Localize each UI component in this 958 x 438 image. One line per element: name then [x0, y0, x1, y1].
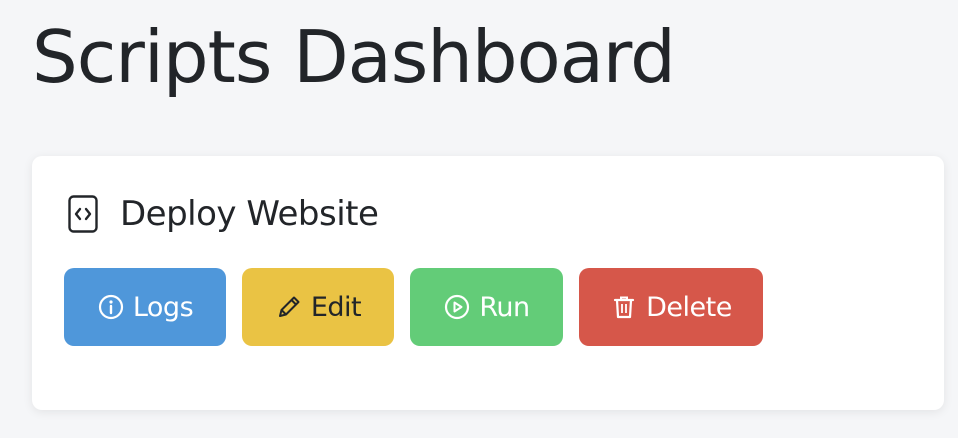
page-title: Scripts Dashboard	[32, 15, 676, 99]
edit-button-label: Edit	[310, 291, 362, 323]
logs-button[interactable]: Logs	[64, 268, 226, 346]
script-card: Deploy Website Logs Edit Run Delete	[32, 156, 944, 410]
run-button[interactable]: Run	[410, 268, 563, 346]
pencil-icon	[275, 293, 303, 321]
script-header: Deploy Website	[68, 194, 379, 234]
delete-button[interactable]: Delete	[579, 268, 763, 346]
info-icon	[97, 293, 125, 321]
logs-button-label: Logs	[132, 291, 194, 323]
file-code-icon	[68, 195, 98, 233]
script-actions: Logs Edit Run Delete	[64, 268, 763, 346]
script-title: Deploy Website	[120, 194, 379, 234]
edit-button[interactable]: Edit	[242, 268, 394, 346]
run-button-label: Run	[479, 291, 530, 323]
play-circle-icon	[443, 293, 471, 321]
trash-icon	[610, 293, 638, 321]
delete-button-label: Delete	[646, 291, 732, 323]
